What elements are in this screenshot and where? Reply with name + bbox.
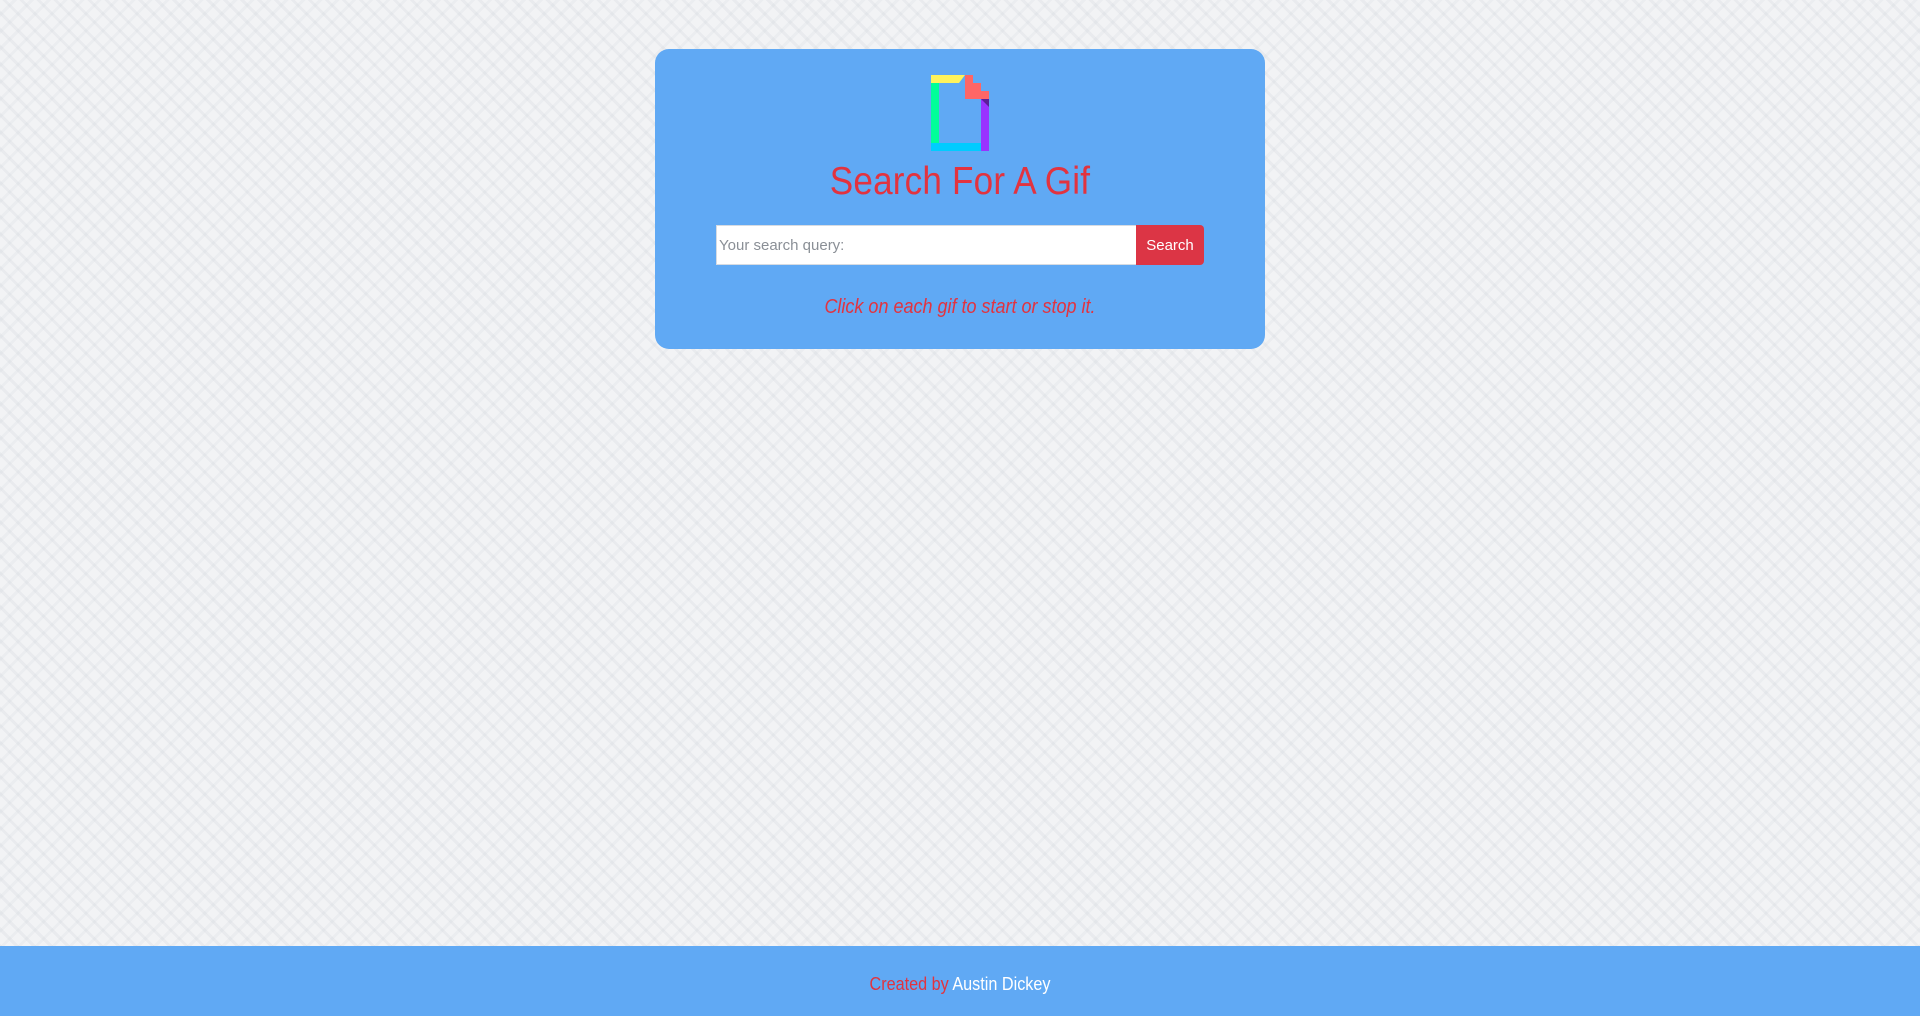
search-panel: Search For A Gif Search Click on each gi… <box>655 49 1265 349</box>
search-form: Search <box>716 225 1204 265</box>
footer: Created by Austin Dickey <box>0 946 1920 1016</box>
page-title: Search For A Gif <box>829 160 1091 203</box>
author-link[interactable]: Austin Dickey <box>952 974 1050 994</box>
giphy-logo-icon <box>931 75 989 151</box>
credit-prefix: Created by <box>869 974 949 994</box>
instruction-text: Click on each gif to start or stop it. <box>824 296 1096 318</box>
footer-credit: Created by Austin Dickey <box>96 973 1824 995</box>
search-input[interactable] <box>716 225 1136 265</box>
search-button[interactable]: Search <box>1136 225 1204 265</box>
